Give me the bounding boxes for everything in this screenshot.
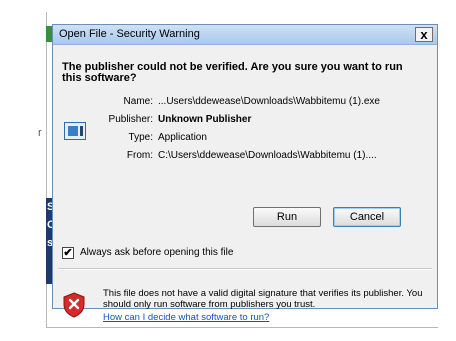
- publisher-label: Publisher:: [108, 114, 153, 125]
- dialog-titlebar[interactable]: Open File - Security Warning x: [53, 25, 437, 45]
- help-link[interactable]: How can I decide what software to run?: [103, 312, 269, 323]
- publisher-question: The publisher could not be verified. Are…: [62, 61, 403, 84]
- signature-warning-text: This file does not have a valid digital …: [103, 288, 423, 310]
- name-value: ...Users\ddewease\Downloads\Wabbitemu (1…: [158, 96, 380, 107]
- cancel-button[interactable]: Cancel: [333, 207, 401, 227]
- security-shield-icon: [63, 292, 85, 318]
- section-divider: [58, 268, 432, 270]
- from-label: From:: [126, 150, 153, 161]
- type-value: Application: [158, 132, 207, 143]
- always-ask-checkbox[interactable]: ✔: [62, 247, 74, 259]
- from-value: C:\Users\ddewease\Downloads\Wabbitemu (1…: [158, 150, 377, 161]
- name-label: Name:: [123, 96, 153, 107]
- type-label: Type:: [128, 132, 153, 143]
- close-button[interactable]: x: [415, 27, 433, 42]
- dialog-title: Open File - Security Warning: [59, 28, 200, 40]
- run-button[interactable]: Run: [253, 207, 321, 227]
- always-ask-label[interactable]: Always ask before opening this file: [80, 247, 233, 258]
- application-icon: [64, 122, 86, 140]
- close-icon: x: [420, 27, 428, 42]
- security-warning-dialog: Open File - Security Warning x The publi…: [52, 24, 438, 323]
- background-text-fragment: r: [38, 127, 42, 139]
- publisher-value: Unknown Publisher: [158, 114, 252, 125]
